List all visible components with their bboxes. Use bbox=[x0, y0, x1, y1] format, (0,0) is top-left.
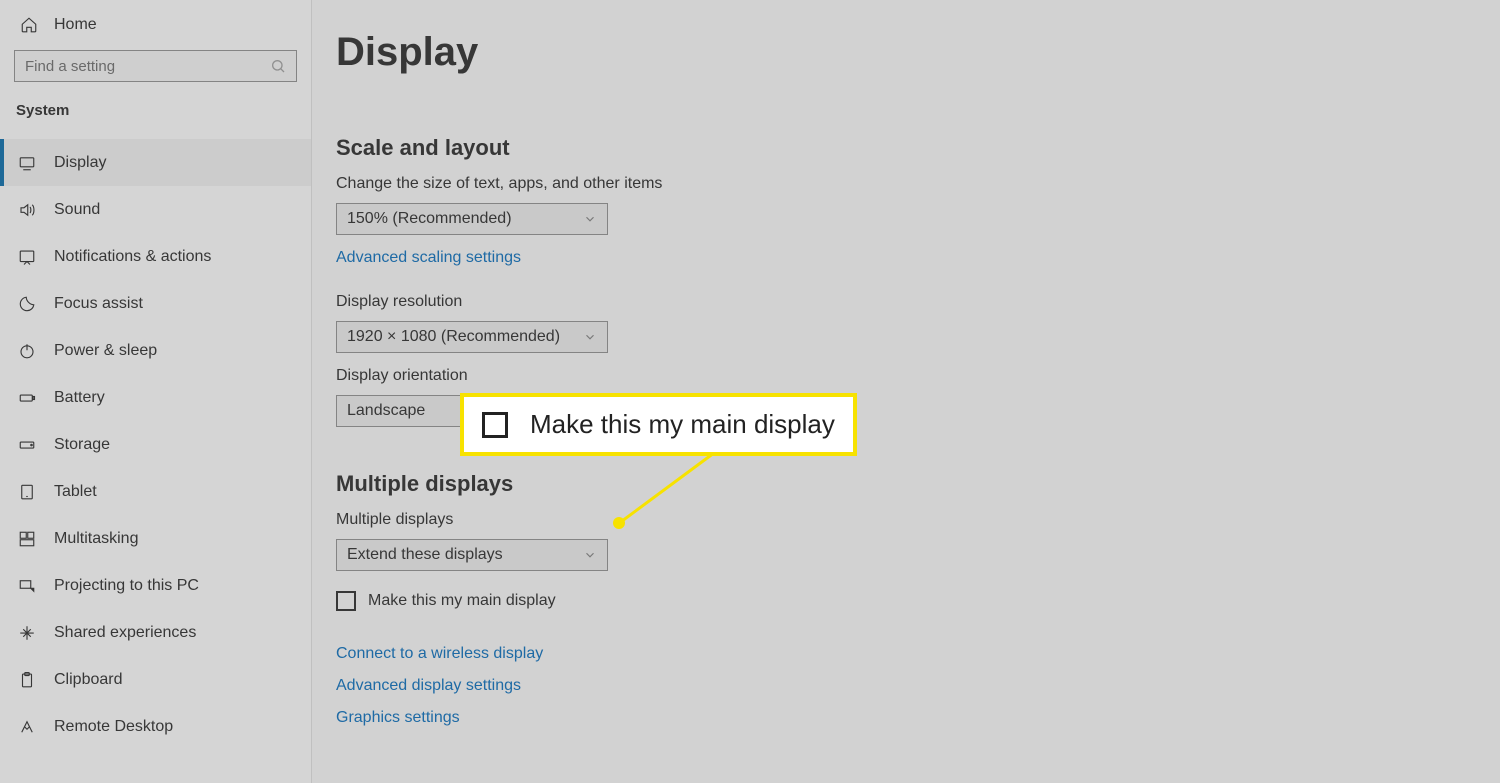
sidebar-item-power-sleep[interactable]: Power & sleep bbox=[0, 327, 311, 374]
scale-heading: Scale and layout bbox=[336, 135, 1500, 161]
sidebar: Home System Display Sound Notifications … bbox=[0, 0, 312, 783]
sidebar-item-label: Shared experiences bbox=[54, 624, 196, 642]
sidebar-item-tablet[interactable]: Tablet bbox=[0, 468, 311, 515]
sidebar-item-label: Focus assist bbox=[54, 295, 143, 313]
chevron-down-icon bbox=[583, 548, 597, 562]
sidebar-item-label: Power & sleep bbox=[54, 342, 157, 360]
callout-dot bbox=[613, 517, 625, 529]
focus-assist-icon bbox=[18, 295, 36, 313]
multiple-displays-value: Extend these displays bbox=[347, 546, 503, 564]
sidebar-item-label: Multitasking bbox=[54, 530, 138, 548]
tablet-icon bbox=[18, 483, 36, 501]
sidebar-item-label: Tablet bbox=[54, 483, 97, 501]
search-input-container[interactable] bbox=[14, 50, 297, 82]
text-size-value: 150% (Recommended) bbox=[347, 210, 512, 228]
hd-color-link[interactable]: Windows HD Color settings bbox=[336, 79, 1500, 91]
main-content: Display Windows HD Color settings Scale … bbox=[312, 0, 1500, 783]
multiple-displays-label: Multiple displays bbox=[336, 511, 1500, 529]
notifications-icon bbox=[18, 248, 36, 266]
advanced-display-link[interactable]: Advanced display settings bbox=[336, 677, 1500, 695]
sidebar-item-focus-assist[interactable]: Focus assist bbox=[0, 280, 311, 327]
sidebar-item-label: Storage bbox=[54, 436, 110, 454]
display-icon bbox=[18, 154, 36, 172]
callout-popup: Make this my main display bbox=[460, 393, 857, 456]
clipboard-icon bbox=[18, 671, 36, 689]
search-icon bbox=[270, 58, 286, 74]
sidebar-item-sound[interactable]: Sound bbox=[0, 186, 311, 233]
sidebar-nav: Display Sound Notifications & actions Fo… bbox=[0, 139, 311, 750]
home-icon bbox=[20, 16, 38, 34]
sidebar-item-multitasking[interactable]: Multitasking bbox=[0, 515, 311, 562]
storage-icon bbox=[18, 436, 36, 454]
remote-desktop-icon bbox=[18, 718, 36, 736]
shared-experiences-icon bbox=[18, 624, 36, 642]
sidebar-item-label: Projecting to this PC bbox=[54, 577, 199, 595]
search-input[interactable] bbox=[25, 58, 270, 75]
main-display-checkbox-row[interactable]: Make this my main display bbox=[336, 591, 1500, 611]
sidebar-home[interactable]: Home bbox=[0, 4, 311, 46]
sidebar-item-remote-desktop[interactable]: Remote Desktop bbox=[0, 703, 311, 750]
callout-text: Make this my main display bbox=[530, 409, 835, 440]
text-size-label: Change the size of text, apps, and other… bbox=[336, 175, 1500, 193]
projecting-icon bbox=[18, 577, 36, 595]
resolution-value: 1920 × 1080 (Recommended) bbox=[347, 328, 560, 346]
callout-checkbox-icon bbox=[482, 412, 508, 438]
sidebar-item-label: Notifications & actions bbox=[54, 248, 211, 266]
page-title: Display bbox=[336, 30, 1500, 75]
sidebar-item-label: Clipboard bbox=[54, 671, 122, 689]
sidebar-item-label: Display bbox=[54, 154, 106, 172]
main-display-checkbox-label: Make this my main display bbox=[368, 592, 556, 610]
checkbox-icon bbox=[336, 591, 356, 611]
battery-icon bbox=[18, 389, 36, 407]
sidebar-item-notifications[interactable]: Notifications & actions bbox=[0, 233, 311, 280]
sidebar-item-clipboard[interactable]: Clipboard bbox=[0, 656, 311, 703]
sound-icon bbox=[18, 201, 36, 219]
chevron-down-icon bbox=[583, 212, 597, 226]
sidebar-item-projecting[interactable]: Projecting to this PC bbox=[0, 562, 311, 609]
advanced-scaling-link[interactable]: Advanced scaling settings bbox=[336, 249, 1500, 267]
multitasking-icon bbox=[18, 530, 36, 548]
sidebar-item-shared-experiences[interactable]: Shared experiences bbox=[0, 609, 311, 656]
sidebar-home-label: Home bbox=[54, 16, 97, 34]
resolution-label: Display resolution bbox=[336, 293, 1500, 311]
power-icon bbox=[18, 342, 36, 360]
sidebar-item-label: Remote Desktop bbox=[54, 718, 173, 736]
orientation-label: Display orientation bbox=[336, 367, 1500, 385]
connect-wireless-link[interactable]: Connect to a wireless display bbox=[336, 645, 1500, 663]
sidebar-item-display[interactable]: Display bbox=[0, 139, 311, 186]
search-wrap bbox=[0, 46, 311, 92]
orientation-value: Landscape bbox=[347, 402, 425, 420]
sidebar-section-title: System bbox=[0, 92, 311, 125]
resolution-combo[interactable]: 1920 × 1080 (Recommended) bbox=[336, 321, 608, 353]
sidebar-item-storage[interactable]: Storage bbox=[0, 421, 311, 468]
sidebar-item-label: Sound bbox=[54, 201, 100, 219]
text-size-combo[interactable]: 150% (Recommended) bbox=[336, 203, 608, 235]
chevron-down-icon bbox=[583, 330, 597, 344]
sidebar-item-label: Battery bbox=[54, 389, 105, 407]
sidebar-item-battery[interactable]: Battery bbox=[0, 374, 311, 421]
graphics-settings-link[interactable]: Graphics settings bbox=[336, 709, 1500, 727]
multiple-displays-combo[interactable]: Extend these displays bbox=[336, 539, 608, 571]
multiple-displays-heading: Multiple displays bbox=[336, 471, 1500, 497]
